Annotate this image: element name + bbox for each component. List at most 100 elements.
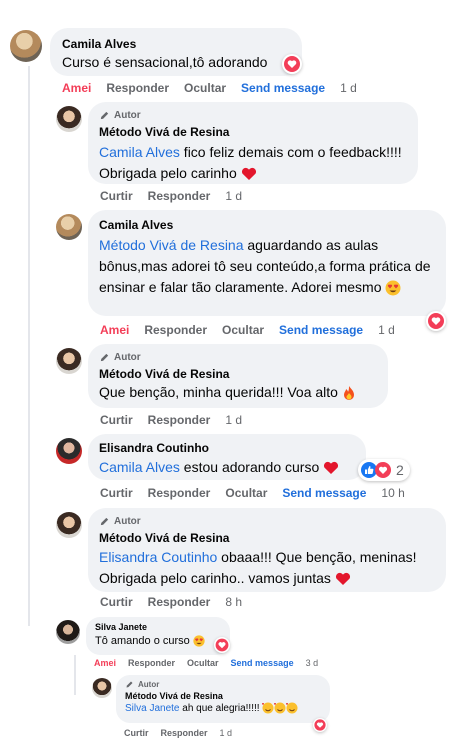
send-message-button[interactable]: Send message	[279, 323, 363, 337]
mention-link[interactable]: Silva Janete	[125, 703, 179, 714]
timestamp[interactable]: 8 h	[225, 595, 242, 609]
comment-text: Que benção, minha querida!!! Voa alto	[99, 384, 338, 400]
love-button[interactable]: Amei	[100, 323, 129, 337]
heart-icon[interactable]	[313, 718, 327, 732]
comment-bubble: Silva Janete Tô amando o curso	[86, 617, 230, 655]
heart-icon	[375, 462, 391, 478]
author-badge-label: Autor	[114, 352, 141, 363]
timestamp[interactable]: 1 d	[225, 413, 242, 427]
timestamp[interactable]: 1 d	[220, 728, 233, 738]
reply-button[interactable]: Responder	[161, 728, 208, 738]
reply-button[interactable]: Responder	[144, 323, 207, 337]
heart-eyes-emoji	[193, 635, 205, 647]
thread-line	[74, 655, 76, 695]
reply-button[interactable]: Responder	[128, 658, 175, 668]
pencil-icon	[100, 353, 109, 362]
heart-icon[interactable]	[282, 54, 302, 74]
author-badge: Autor	[99, 516, 435, 527]
avatar[interactable]	[10, 30, 42, 62]
comment-actions: Curtir Responder Ocultar Send message 10…	[100, 486, 420, 500]
send-message-button[interactable]: Send message	[282, 486, 366, 500]
avatar[interactable]	[92, 678, 112, 698]
comment-author[interactable]: Método Vivá de Resina	[99, 531, 435, 545]
comment-actions: Amei Responder Ocultar Send message 1 d	[62, 81, 372, 95]
timestamp[interactable]: 1 d	[340, 81, 357, 95]
love-button[interactable]: Amei	[62, 81, 91, 95]
comment-actions: Amei Responder Ocultar Send message 1 d	[100, 323, 410, 337]
comment-author[interactable]: Método Vivá de Resina	[99, 367, 377, 381]
send-message-button[interactable]: Send message	[231, 658, 294, 668]
smiling-face-with-hearts-emoji	[262, 702, 298, 714]
author-badge: Autor	[99, 352, 377, 363]
comment-author[interactable]: Elisandra Coutinho	[99, 441, 355, 455]
reaction-count: 2	[396, 462, 404, 478]
comment-text: Curso é sensacional,tô adorando	[62, 54, 268, 70]
hide-button[interactable]: Ocultar	[187, 658, 219, 668]
comment-text: estou adorando curso	[179, 459, 320, 475]
heart-emoji	[324, 462, 339, 475]
comment-actions: Curtir Responder 1 d	[100, 413, 257, 427]
comment-bubble: Elisandra Coutinho Camila Alves estou ad…	[88, 434, 366, 480]
comment-author[interactable]: Método Vivá de Resina	[125, 691, 321, 701]
comment-actions: Amei Responder Ocultar Send message 3 d	[94, 658, 333, 668]
reply-button[interactable]: Responder	[106, 81, 169, 95]
heart-icon[interactable]	[214, 637, 230, 653]
avatar[interactable]	[56, 106, 82, 132]
comment-text: ah que alegria!!!!!	[179, 703, 260, 714]
hide-button[interactable]: Ocultar	[184, 81, 226, 95]
reply-button[interactable]: Responder	[148, 413, 211, 427]
timestamp[interactable]: 1 d	[378, 323, 395, 337]
comment-bubble: Autor Método Vivá de Resina Que benção, …	[88, 344, 388, 408]
author-badge-label: Autor	[114, 516, 141, 527]
reactions-summary[interactable]: 2	[358, 459, 410, 481]
like-button[interactable]: Curtir	[100, 595, 133, 609]
comment-author[interactable]: Camila Alves	[62, 37, 290, 51]
heart-emoji	[335, 573, 350, 586]
comment-actions: Curtir Responder 1 d	[100, 189, 257, 203]
comment-bubble: Autor Método Vivá de Resina Silva Janete…	[116, 675, 330, 723]
mention-link[interactable]: Método Vivá de Resina	[99, 237, 244, 253]
avatar[interactable]	[56, 214, 82, 240]
comment-text: Tô amando o curso	[95, 635, 190, 647]
timestamp[interactable]: 3 d	[306, 658, 319, 668]
like-button[interactable]: Curtir	[100, 189, 133, 203]
pencil-icon	[100, 517, 109, 526]
mention-link[interactable]: Camila Alves	[99, 144, 180, 160]
like-button[interactable]: Curtir	[100, 486, 133, 500]
avatar[interactable]	[56, 348, 82, 374]
pencil-icon	[126, 681, 133, 688]
comment-actions: Curtir Responder 8 h	[100, 595, 257, 609]
like-button[interactable]: Curtir	[124, 728, 149, 738]
pencil-icon	[100, 111, 109, 120]
like-button[interactable]: Curtir	[100, 413, 133, 427]
comment-author[interactable]: Método Vivá de Resina	[99, 125, 407, 139]
timestamp[interactable]: 10 h	[381, 486, 404, 500]
reply-button[interactable]: Responder	[148, 486, 211, 500]
comment-bubble: Camila Alves Método Vivá de Resina aguar…	[88, 210, 446, 316]
reply-button[interactable]: Responder	[148, 595, 211, 609]
author-badge-label: Autor	[114, 110, 141, 121]
mention-link[interactable]: Elisandra Coutinho	[99, 549, 217, 565]
hide-button[interactable]: Ocultar	[225, 486, 267, 500]
timestamp[interactable]: 1 d	[225, 189, 242, 203]
send-message-button[interactable]: Send message	[241, 81, 325, 95]
heart-icon[interactable]	[426, 311, 446, 331]
thread-line	[28, 66, 30, 626]
avatar[interactable]	[56, 620, 80, 644]
love-button[interactable]: Amei	[94, 658, 116, 668]
comment-bubble: Camila Alves Curso é sensacional,tô ador…	[50, 28, 302, 76]
heart-emoji	[241, 168, 256, 181]
comment-author[interactable]: Silva Janete	[95, 622, 221, 632]
comment-bubble: Autor Método Vivá de Resina Elisandra Co…	[88, 508, 446, 592]
avatar[interactable]	[56, 438, 82, 464]
comment-actions: Curtir Responder 1 d	[124, 728, 247, 738]
heart-eyes-emoji	[385, 280, 401, 296]
mention-link[interactable]: Camila Alves	[99, 459, 180, 475]
fire-emoji	[343, 386, 354, 401]
hide-button[interactable]: Ocultar	[222, 323, 264, 337]
comment-author[interactable]: Camila Alves	[99, 218, 435, 232]
author-badge: Autor	[125, 680, 321, 689]
author-badge-label: Autor	[138, 680, 160, 689]
avatar[interactable]	[56, 512, 82, 538]
reply-button[interactable]: Responder	[148, 189, 211, 203]
